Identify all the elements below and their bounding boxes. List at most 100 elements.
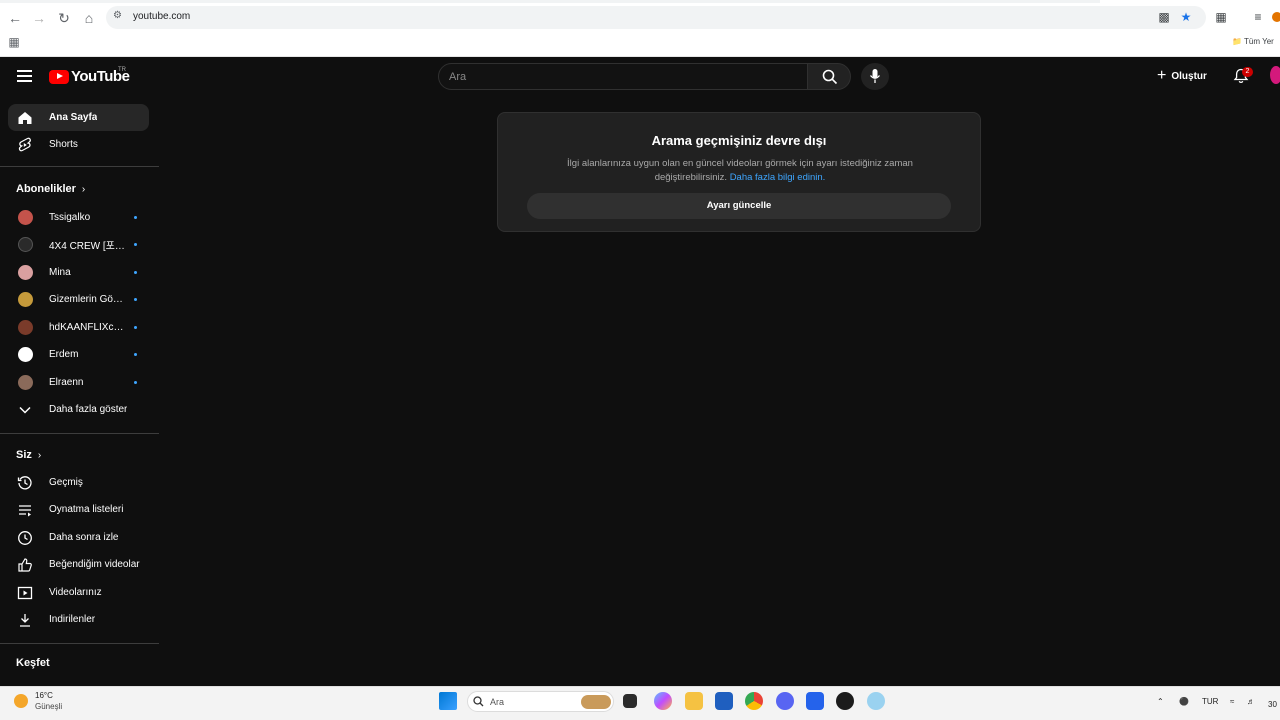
url-text[interactable]: youtube.com <box>133 11 190 22</box>
bookmarks-bar <box>0 33 1280 55</box>
weather-sun-icon[interactable] <box>14 694 28 708</box>
subscription-item[interactable]: Gizemlerin Gözc... <box>8 286 149 313</box>
subscription-item[interactable]: Tssigalko <box>8 204 149 231</box>
channel-avatar-slot <box>17 347 33 363</box>
learn-more-link-suffix: . <box>822 172 826 183</box>
back-icon[interactable]: ← <box>6 9 24 27</box>
sidebar-item-label: İndirilenler <box>49 614 96 625</box>
reload-icon[interactable]: ↻ <box>55 9 73 27</box>
new-content-dot <box>134 243 137 246</box>
sidebar-item-your-videos[interactable]: Videolarınız <box>8 579 149 606</box>
sidebar-item-label: Videolarınız <box>49 587 102 598</box>
sidebar-item-downloads[interactable]: İndirilenler <box>8 606 149 633</box>
microphone-icon <box>869 69 881 83</box>
avatar <box>17 375 33 390</box>
taskbar-search-icon <box>473 696 484 707</box>
sidebar-item-home[interactable]: Ana Sayfa <box>8 104 149 131</box>
clock-fragment[interactable]: 30 <box>1268 700 1277 709</box>
sidebar-divider <box>0 433 159 434</box>
sidebar-item-watch-later[interactable]: Daha sonra izle <box>8 524 149 551</box>
sidebar-item-label: Beğendiğim videolar <box>49 559 140 570</box>
avatar <box>17 320 33 335</box>
site-info-icon[interactable]: ⚙ <box>113 10 122 21</box>
steam-icon[interactable] <box>836 692 854 710</box>
wifi-icon[interactable]: ≈ <box>1230 697 1234 706</box>
sidebar-item-playlists[interactable]: Oynatma listeleri <box>8 496 149 523</box>
extensions-icon[interactable]: ▦ <box>1213 9 1229 25</box>
subscription-label: Gizemlerin Gözc... <box>49 294 127 305</box>
store-icon[interactable] <box>715 692 733 710</box>
you-header[interactable]: Siz › <box>16 449 41 461</box>
avatar <box>17 237 33 252</box>
forward-icon[interactable]: → <box>30 9 48 27</box>
weather-temperature[interactable]: 16°C <box>35 691 53 700</box>
channel-avatar-slot <box>17 210 33 226</box>
subscription-label: Elraenn <box>49 377 84 388</box>
subscriptions-header[interactable]: Abonelikler › <box>16 183 85 195</box>
apps-grid-icon[interactable]: ▦ <box>6 34 22 50</box>
account-avatar[interactable] <box>1270 66 1280 84</box>
search-field[interactable] <box>438 63 808 90</box>
subscription-label: Tssigalko <box>49 212 91 223</box>
bookmark-star-icon[interactable]: ★ <box>1178 9 1194 25</box>
weather-condition[interactable]: Güneşli <box>35 702 62 711</box>
profile-avatar[interactable] <box>1272 12 1280 22</box>
sidebar-item-label: Shorts <box>49 139 78 150</box>
subscription-item[interactable]: Erdem <box>8 341 149 368</box>
plus-icon: + <box>1157 67 1167 84</box>
bookmark-folder[interactable]: 📁 Tüm Yer <box>1232 37 1274 46</box>
subscription-label: hdKAANFLIXceh... <box>49 322 127 333</box>
address-bar[interactable] <box>106 6 1206 29</box>
subscription-label: Mina <box>49 267 71 278</box>
show-more-label: Daha fazla göster <box>49 404 128 415</box>
menu-icon[interactable] <box>17 70 32 82</box>
subscription-item[interactable]: Elraenn <box>8 369 149 396</box>
update-setting-button[interactable]: Ayarı güncelle <box>527 193 951 219</box>
search-highlight-icon <box>581 695 611 709</box>
voice-search-button[interactable] <box>861 63 889 90</box>
windows-start-icon[interactable] <box>439 692 457 710</box>
sidebar-item-label: Ana Sayfa <box>49 112 98 123</box>
network-app-icon[interactable] <box>867 692 885 710</box>
tray-overflow-icon[interactable]: ⌃ <box>1157 697 1164 706</box>
new-content-dot <box>134 381 137 384</box>
sidebar-item-shorts[interactable]: Shorts <box>8 131 149 158</box>
windows-taskbar <box>0 686 1280 720</box>
search-icon <box>822 69 838 85</box>
shorts-icon <box>17 137 33 153</box>
download-icon <box>17 612 33 628</box>
chrome-icon[interactable] <box>745 692 763 710</box>
file-explorer-icon[interactable] <box>685 692 703 710</box>
avatar <box>17 265 33 280</box>
search-button[interactable] <box>807 63 851 90</box>
chevron-right-icon: › <box>81 183 86 195</box>
avatar <box>17 210 33 225</box>
subscription-item[interactable]: hdKAANFLIXceh... <box>8 314 149 341</box>
history-icon <box>17 475 33 491</box>
discord-icon[interactable] <box>776 692 794 710</box>
task-view-icon[interactable] <box>623 694 637 708</box>
show-more-button[interactable]: Daha fazla göster <box>8 396 149 423</box>
new-content-dot <box>134 298 137 301</box>
sidebar-item-liked-videos[interactable]: Beğendiğim videolar <box>8 551 149 578</box>
channel-avatar-slot <box>17 265 33 281</box>
app-icon[interactable] <box>806 692 824 710</box>
like-icon <box>17 557 33 573</box>
chevron-right-icon: › <box>37 449 42 461</box>
subscription-item[interactable]: Mina <box>8 259 149 286</box>
subscriptions-title: Abonelikler <box>16 183 76 195</box>
volume-icon[interactable]: ♬ <box>1247 697 1255 706</box>
search-input[interactable] <box>439 64 807 89</box>
tray-mic-icon[interactable]: ⚫ <box>1179 697 1189 706</box>
copilot-icon[interactable] <box>654 692 672 710</box>
keyboard-language[interactable]: TUR <box>1202 697 1218 706</box>
create-button[interactable]: + Oluştur <box>1157 67 1207 85</box>
explore-title: Keşfet <box>16 657 50 669</box>
reading-list-icon[interactable]: ≡ <box>1250 9 1266 25</box>
install-app-icon[interactable]: ▩ <box>1156 9 1172 25</box>
new-content-dot <box>134 353 137 356</box>
sidebar-item-history[interactable]: Geçmiş <box>8 469 149 496</box>
learn-more-link[interactable]: Daha fazla bilgi edinin <box>730 172 823 183</box>
home-browser-icon[interactable]: ⌂ <box>80 9 98 27</box>
subscription-item[interactable]: 4X4 CREW [포바... <box>8 231 149 258</box>
